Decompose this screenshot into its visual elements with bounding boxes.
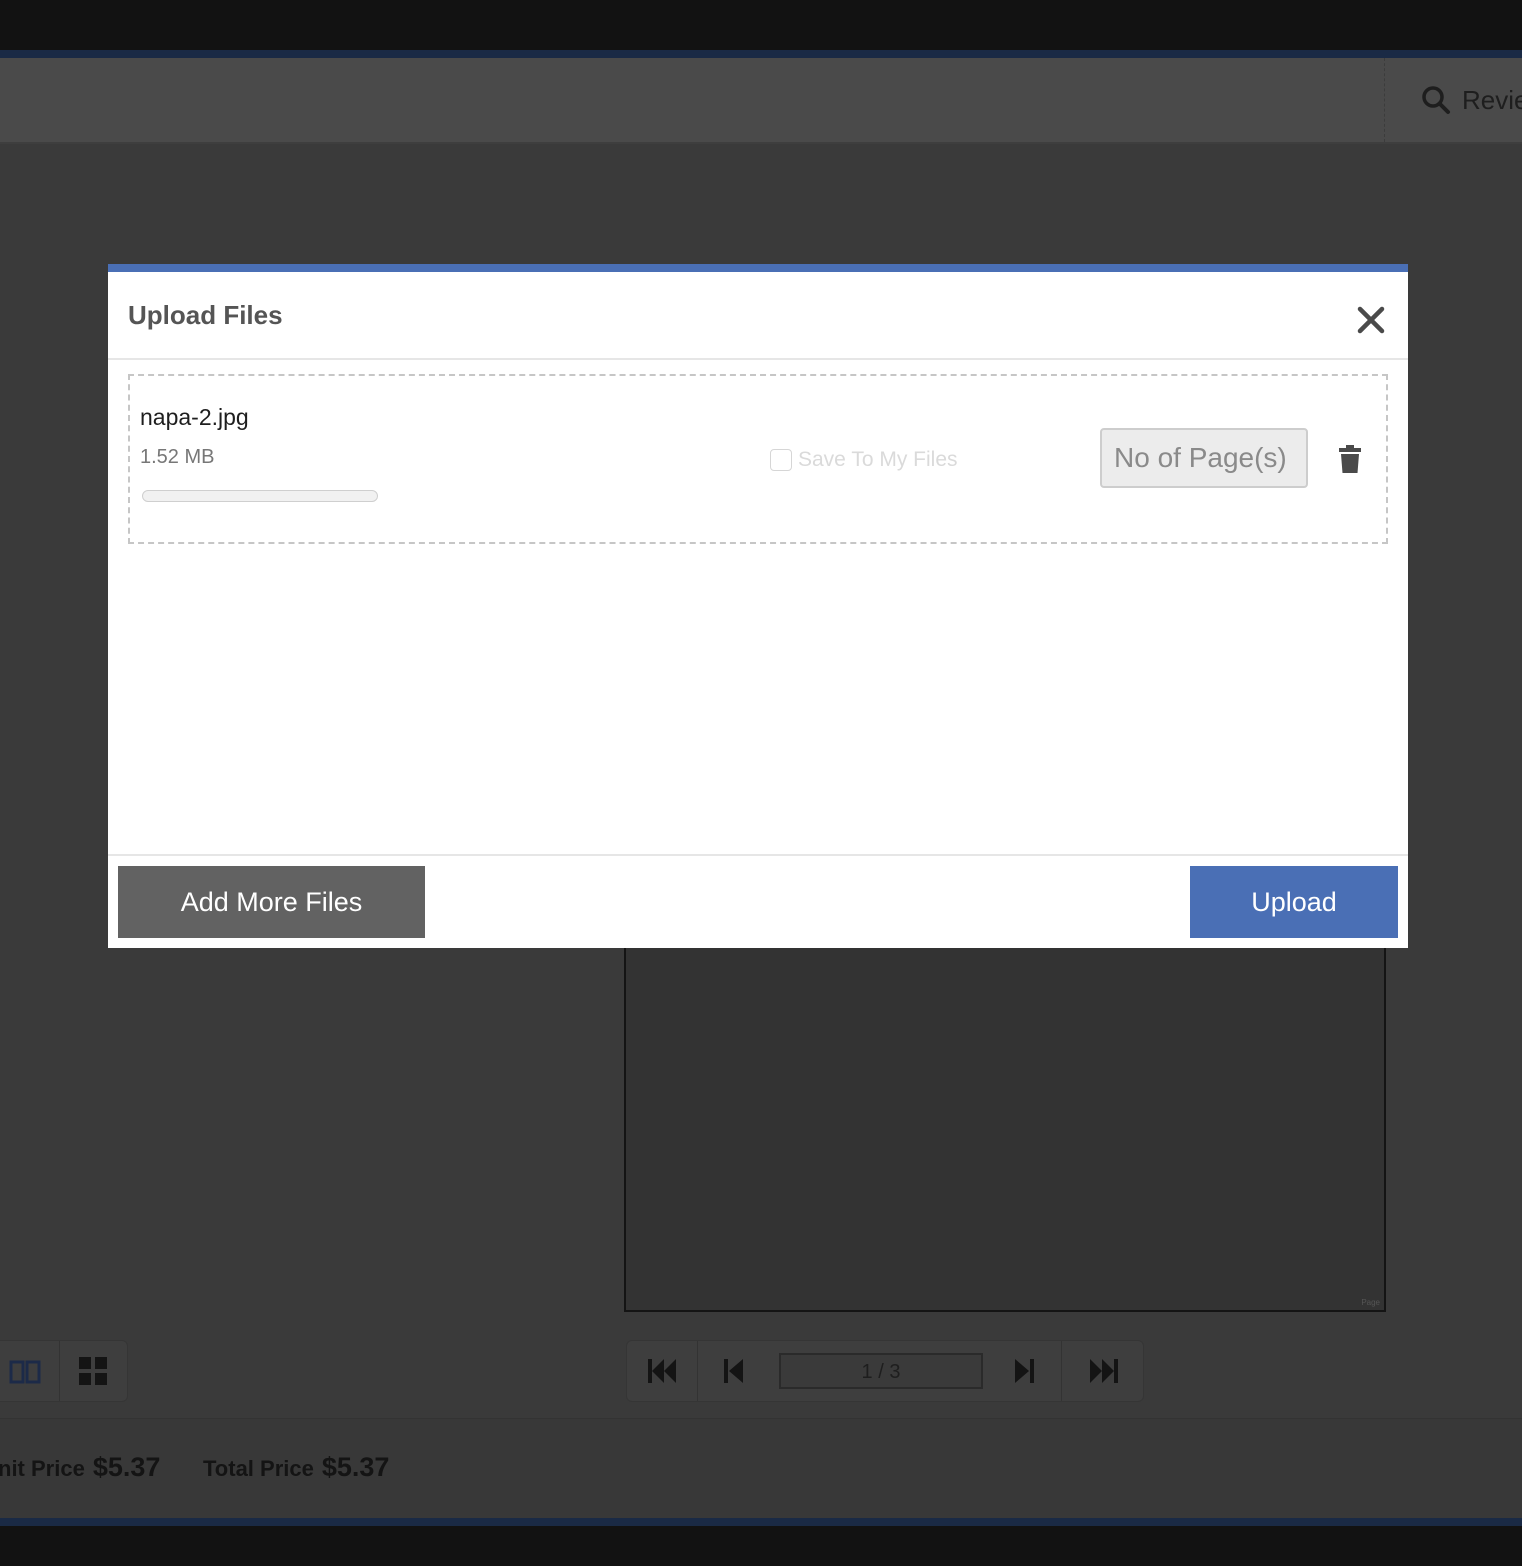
unit-price-value: $5.37: [92, 1452, 161, 1482]
page-preview: Page: [624, 940, 1386, 1312]
review-button[interactable]: Revie: [1420, 80, 1522, 120]
pager-separator: [1061, 1341, 1062, 1401]
unit-price-label: nit Price: [0, 1456, 85, 1481]
first-page-icon: [648, 1359, 676, 1383]
save-to-my-files-label: Save To My Files: [798, 448, 958, 471]
dialog-header: Upload Files: [108, 272, 1408, 360]
book-view-icon: [9, 1360, 41, 1384]
last-page-button[interactable]: [1069, 1341, 1139, 1401]
page-count-input[interactable]: [1100, 428, 1308, 488]
unit-price: nit Price $5.37: [0, 1452, 160, 1483]
page-watermark: Page: [1361, 1298, 1380, 1307]
upload-files-dialog: Upload Files napa-2.jpg 1.52 MB Save To …: [108, 264, 1408, 948]
checkbox-box[interactable]: [770, 449, 792, 471]
pager-separator: [697, 1341, 698, 1401]
top-bar: [0, 0, 1522, 50]
search-icon: [1422, 86, 1450, 114]
previous-page-icon: [724, 1359, 743, 1383]
total-price-label: Total Price: [203, 1456, 314, 1481]
grid-view-button[interactable]: [58, 1341, 128, 1401]
bottom-accent-strip: [0, 1518, 1522, 1526]
file-name: napa-2.jpg: [140, 404, 249, 430]
delete-file-button[interactable]: [1337, 444, 1363, 474]
next-page-icon: [1015, 1359, 1034, 1383]
top-accent-strip: [0, 50, 1522, 58]
page-counter[interactable]: 1 / 3: [779, 1353, 983, 1389]
previous-page-button[interactable]: [699, 1341, 769, 1401]
first-page-button[interactable]: [627, 1341, 697, 1401]
book-view-button[interactable]: [0, 1341, 59, 1401]
close-button[interactable]: [1353, 302, 1389, 338]
total-price-value: $5.37: [321, 1452, 390, 1482]
grid-view-icon: [79, 1357, 108, 1385]
close-icon: [1357, 306, 1385, 334]
dialog-footer: Add More Files Upload: [108, 854, 1408, 948]
bottom-bar: [0, 1526, 1522, 1566]
upload-progress-bar: [142, 490, 378, 502]
save-to-my-files-checkbox[interactable]: Save To My Files: [770, 448, 958, 472]
file-item: napa-2.jpg 1.52 MB Save To My Files: [128, 374, 1388, 544]
view-toggle-group: [0, 1340, 128, 1402]
trash-icon: [1339, 445, 1361, 473]
total-price: Total Price $5.37: [203, 1452, 389, 1483]
next-page-button[interactable]: [989, 1341, 1059, 1401]
add-more-files-button[interactable]: Add More Files: [118, 866, 425, 938]
upload-button[interactable]: Upload: [1190, 866, 1398, 938]
header-divider: [1384, 58, 1385, 142]
page-navigation: 1 / 3: [626, 1340, 1144, 1402]
review-label: Revie: [1462, 84, 1522, 115]
last-page-icon: [1090, 1359, 1118, 1383]
dialog-title: Upload Files: [128, 300, 283, 330]
app-header: [0, 58, 1522, 144]
file-size: 1.52 MB: [140, 446, 215, 468]
